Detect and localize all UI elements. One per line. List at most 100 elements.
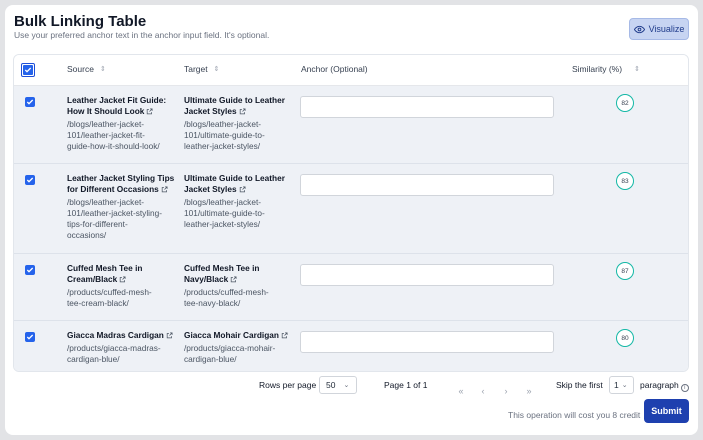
visualize-button[interactable]: Visualize — [629, 18, 689, 40]
column-anchor-label: Anchor (Optional) — [301, 64, 368, 74]
target-title[interactable]: Ultimate Guide to Leather Jacket Styles — [184, 95, 285, 117]
source-path-line: /products/cuffed-mesh- — [67, 287, 152, 297]
table-header: Source ⇕ Target ⇕ Anchor (Optional) Simi… — [14, 55, 688, 86]
row-checkbox[interactable] — [25, 97, 35, 107]
sort-icon: ⇕ — [213, 66, 220, 73]
target-path-line: /products/cuffed-mesh- — [184, 287, 269, 297]
source-path-line: cardigan-blue/ — [67, 354, 120, 364]
target-path-line: /blogs/leather-jacket- — [184, 119, 262, 129]
select-all-checkbox[interactable] — [21, 63, 35, 77]
page-title: Bulk Linking Table — [14, 13, 147, 30]
target-title[interactable]: Giacca Mohair Cardigan — [184, 330, 288, 341]
column-similarity[interactable]: Similarity (%) ⇕ — [572, 64, 640, 74]
check-icon — [26, 177, 34, 183]
source-title-line: Leather Jacket Styling Tips — [67, 173, 175, 183]
source-path-line: /blogs/leather-jacket- — [67, 119, 145, 129]
check-icon — [26, 334, 34, 340]
external-link-icon[interactable] — [119, 276, 126, 283]
external-link-icon[interactable] — [281, 332, 288, 339]
target-path: /blogs/leather-jacket- 101/ultimate-guid… — [184, 119, 265, 152]
target-title-line: Giacca Mohair Cardigan — [184, 330, 279, 340]
external-link-icon[interactable] — [161, 186, 168, 193]
source-path-line: 101/leather-jacket-fit- — [67, 130, 145, 140]
source-path-line: tips-for-different- — [67, 219, 128, 229]
target-path-line: leather-jacket-styles/ — [184, 141, 261, 151]
source-title[interactable]: Leather Jacket Styling Tips for Differen… — [67, 173, 174, 195]
rows-per-page-value: 50 — [326, 380, 336, 390]
target-path-line: /blogs/leather-jacket- — [184, 197, 262, 207]
source-path-line: /products/giacca-madras- — [67, 343, 161, 353]
target-title[interactable]: Cuffed Mesh Tee in Navy/Black — [184, 263, 259, 285]
target-path-line: 101/ultimate-guide-to- — [184, 130, 265, 140]
previous-page-button[interactable]: ‹ — [474, 383, 492, 399]
chevron-down-icon: ⌄ — [621, 382, 628, 389]
source-path: /blogs/leather-jacket- 101/leather-jacke… — [67, 119, 160, 152]
check-icon — [24, 67, 32, 73]
sort-icon: ⇕ — [99, 66, 106, 73]
external-link-icon[interactable] — [230, 276, 237, 283]
column-source-label: Source — [67, 64, 94, 74]
similarity-badge: 82 — [616, 94, 634, 112]
row-checkbox[interactable] — [25, 332, 35, 342]
check-icon — [26, 267, 34, 273]
sort-icon: ⇕ — [634, 66, 640, 73]
source-title-line: for Different Occasions — [67, 184, 159, 194]
anchor-input[interactable] — [300, 264, 554, 286]
source-path-line: 101/leather-jacket-styling- — [67, 208, 162, 218]
external-link-icon[interactable] — [239, 186, 246, 193]
table-row: Leather Jacket Styling Tips for Differen… — [14, 164, 688, 254]
row-checkbox[interactable] — [25, 175, 35, 185]
page-subtitle: Use your preferred anchor text in the an… — [14, 30, 270, 40]
external-link-icon[interactable] — [146, 108, 153, 115]
source-title-line: Cuffed Mesh Tee in — [67, 263, 143, 273]
column-similarity-label: Similarity (%) — [572, 64, 623, 74]
last-page-button[interactable]: » — [520, 383, 538, 399]
source-title[interactable]: Leather Jacket Fit Guide: How It Should … — [67, 95, 166, 117]
target-path-line: cardigan-blue/ — [184, 354, 237, 364]
visualize-label: Visualize — [648, 24, 685, 34]
skip-value: 1 — [614, 380, 619, 390]
first-page-button[interactable]: « — [452, 383, 470, 399]
page-info: Page 1 of 1 — [384, 380, 428, 390]
anchor-input[interactable] — [300, 174, 554, 196]
external-link-icon[interactable] — [239, 108, 246, 115]
target-title-line: Navy/Black — [184, 274, 229, 284]
rows-per-page-select[interactable]: 50 ⌄ — [319, 376, 357, 394]
similarity-badge: 80 — [616, 329, 634, 347]
source-path: /products/cuffed-mesh- tee-cream-black/ — [67, 287, 152, 309]
target-path-line: tee-navy-black/ — [184, 298, 241, 308]
source-path-line: guide-how-it-should-look/ — [67, 141, 160, 151]
next-page-button[interactable]: › — [497, 383, 515, 399]
linking-table: Source ⇕ Target ⇕ Anchor (Optional) Simi… — [13, 54, 689, 372]
target-title-line: Jacket Styles — [184, 106, 237, 116]
similarity-badge: 87 — [616, 262, 634, 280]
target-path: /blogs/leather-jacket- 101/ultimate-guid… — [184, 197, 265, 230]
target-title[interactable]: Ultimate Guide to Leather Jacket Styles — [184, 173, 285, 195]
check-icon — [26, 99, 34, 105]
rows-per-page-label: Rows per page — [259, 380, 317, 390]
target-title-line: Jacket Styles — [184, 184, 237, 194]
anchor-input[interactable] — [300, 96, 554, 118]
target-path: /products/giacca-mohair- cardigan-blue/ — [184, 343, 275, 365]
submit-button[interactable]: Submit — [644, 399, 689, 423]
skip-select[interactable]: 1 ⌄ — [609, 376, 634, 394]
target-path-line: /products/giacca-mohair- — [184, 343, 276, 353]
table-row: Leather Jacket Fit Guide: How It Should … — [14, 86, 688, 164]
anchor-input[interactable] — [300, 331, 554, 353]
bulk-linking-card: Bulk Linking Table Use your preferred an… — [5, 5, 698, 435]
column-source[interactable]: Source ⇕ — [67, 64, 106, 74]
source-title[interactable]: Giacca Madras Cardigan — [67, 330, 173, 341]
external-link-icon[interactable] — [166, 332, 173, 339]
skip-label: Skip the first — [556, 380, 603, 390]
cost-notice: This operation will cost you 8 credit — [508, 410, 641, 420]
target-path-line: leather-jacket-styles/ — [184, 219, 261, 229]
source-title-line: Giacca Madras Cardigan — [67, 330, 164, 340]
source-title-line: How It Should Look — [67, 106, 145, 116]
row-checkbox[interactable] — [25, 265, 35, 275]
target-path-line: 101/ultimate-guide-to- — [184, 208, 265, 218]
info-icon[interactable]: i — [680, 384, 689, 392]
source-title[interactable]: Cuffed Mesh Tee in Cream/Black — [67, 263, 142, 285]
target-path: /products/cuffed-mesh- tee-navy-black/ — [184, 287, 269, 309]
target-title-line: Cuffed Mesh Tee in — [184, 263, 260, 273]
column-target[interactable]: Target ⇕ — [184, 64, 220, 74]
